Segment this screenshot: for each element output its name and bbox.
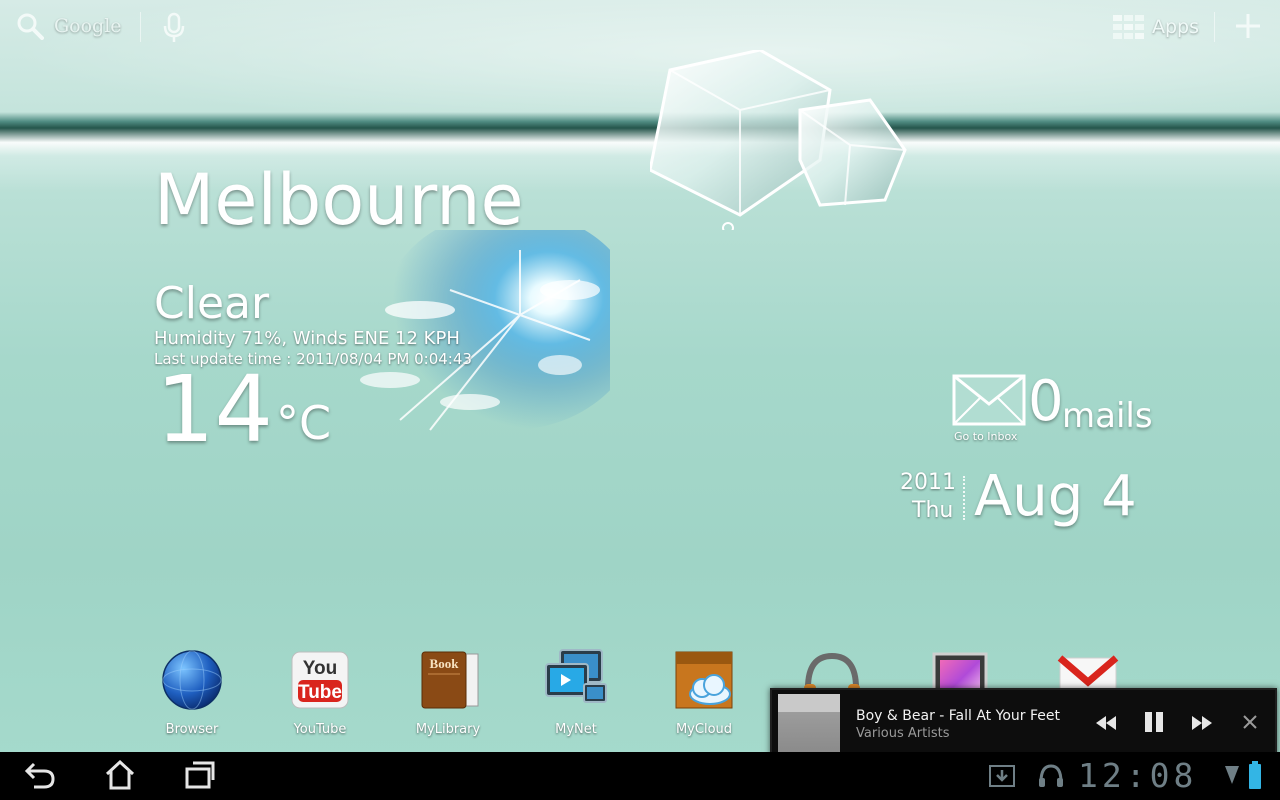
home-icon — [105, 759, 135, 790]
dock-label: Browser — [165, 722, 219, 737]
previous-icon — [1096, 716, 1116, 730]
dock-label: MyNet — [555, 722, 597, 737]
mail-widget[interactable]: 0 mails Go to Inbox — [952, 369, 1153, 446]
previous-track-button[interactable] — [1094, 712, 1118, 738]
signal-status — [1224, 762, 1240, 794]
wifi-signal-icon — [1225, 766, 1239, 784]
divider — [1214, 12, 1215, 42]
dock-app-mynet[interactable]: MyNet — [526, 648, 626, 737]
pause-icon — [1145, 712, 1163, 732]
weather-unit: °C — [276, 396, 332, 450]
recent-apps-button[interactable] — [184, 760, 216, 794]
svg-text:Book: Book — [430, 656, 460, 671]
google-search-button[interactable]: Google — [16, 12, 122, 40]
close-icon — [1243, 715, 1257, 729]
headphones-status — [1038, 764, 1064, 792]
envelope-icon — [952, 374, 1026, 426]
go-to-inbox-link[interactable]: Go to Inbox — [954, 430, 1017, 443]
dock-app-mycloud[interactable]: MyCloud — [654, 648, 754, 737]
weather-temperature: 14 — [156, 356, 274, 463]
weather-condition: Clear — [154, 278, 270, 329]
track-artist: Various Artists — [856, 726, 950, 741]
search-label: Google — [54, 15, 122, 37]
next-track-button[interactable] — [1190, 712, 1214, 738]
dock-label: MyCloud — [675, 722, 733, 737]
next-icon — [1192, 716, 1212, 730]
pause-button[interactable] — [1142, 710, 1166, 738]
mail-label: mails — [1062, 396, 1153, 436]
dock-app-browser[interactable]: Browser — [142, 648, 242, 737]
album-art — [778, 694, 840, 754]
svg-text:You: You — [303, 658, 337, 679]
dock-label: MyLibrary — [415, 722, 481, 737]
back-button[interactable] — [24, 760, 56, 794]
download-status — [988, 764, 1016, 792]
music-notification[interactable]: Boy & Bear - Fall At Your Feet Various A… — [770, 688, 1277, 760]
plus-icon — [1236, 14, 1260, 38]
system-clock[interactable]: 12:08 — [1078, 756, 1197, 795]
mail-count: 0 — [1028, 369, 1064, 434]
apps-label: Apps — [1152, 16, 1200, 38]
back-arrow-icon — [24, 762, 55, 789]
apps-button[interactable]: Apps — [1112, 14, 1199, 40]
add-widget-button[interactable] — [1234, 12, 1262, 44]
mylibrary-book-icon: Book — [416, 648, 480, 712]
date-month-day: Aug 4 — [974, 464, 1137, 529]
mycloud-icon — [672, 648, 736, 712]
apps-grid-icon — [1113, 15, 1144, 39]
home-button[interactable] — [104, 759, 136, 794]
dock-app-mylibrary[interactable]: Book MyLibrary — [398, 648, 498, 737]
search-icon — [17, 13, 44, 40]
browser-globe-icon — [160, 648, 224, 712]
headphones-icon — [1039, 764, 1063, 787]
microphone-icon — [163, 12, 185, 42]
close-notification-button[interactable] — [1242, 714, 1258, 734]
weather-details: Humidity 71%, Winds ENE 12 KPH — [154, 328, 460, 349]
ice-cubes-wallpaper — [650, 50, 907, 230]
top-bar: Google Apps — [0, 0, 1280, 56]
date-separator — [963, 476, 965, 520]
date-weekday: Thu — [912, 498, 954, 523]
track-title: Boy & Bear - Fall At Your Feet — [856, 708, 1060, 724]
dock-app-youtube[interactable]: You Tube YouTube — [270, 648, 370, 737]
dock-label: YouTube — [293, 722, 347, 737]
mynet-icon — [544, 648, 608, 712]
date-year: 2011 — [900, 470, 956, 495]
recent-apps-icon — [185, 761, 215, 789]
system-bar: 12:08 — [0, 752, 1280, 800]
divider — [140, 12, 141, 42]
battery-icon — [1249, 761, 1261, 789]
youtube-icon: You Tube — [288, 648, 352, 712]
battery-status — [1248, 760, 1262, 794]
download-icon — [989, 765, 1015, 787]
voice-search-button[interactable] — [162, 12, 186, 48]
svg-text:Tube: Tube — [298, 682, 342, 703]
